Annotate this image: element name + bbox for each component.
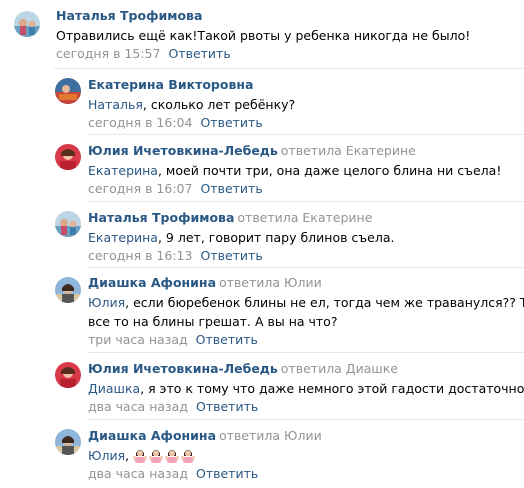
divider bbox=[88, 134, 524, 135]
avatar[interactable] bbox=[55, 144, 81, 170]
mention-link[interactable]: Екатерина bbox=[88, 230, 158, 245]
comment-time[interactable]: два часа назад bbox=[88, 466, 188, 481]
comment-author[interactable]: Диашка Афонина bbox=[88, 275, 216, 290]
divider bbox=[88, 267, 524, 268]
mention-link[interactable]: Диашка bbox=[88, 381, 140, 396]
comment-author[interactable]: Юлия Ичетовкина-Лебедь bbox=[88, 143, 278, 158]
mention-link[interactable]: Екатерина bbox=[88, 163, 158, 178]
avatar[interactable] bbox=[55, 78, 81, 104]
divider bbox=[88, 419, 524, 420]
reply-button[interactable]: Ответить bbox=[200, 248, 262, 263]
comment-time[interactable]: три часа назад bbox=[88, 332, 188, 347]
comment-time[interactable]: сегодня в 16:13 bbox=[88, 248, 192, 263]
reply-button[interactable]: Ответить bbox=[200, 115, 262, 130]
comment-author[interactable]: Наталья Трофимова bbox=[56, 8, 202, 23]
divider bbox=[88, 352, 524, 353]
comment-time[interactable]: сегодня в 16:07 bbox=[88, 181, 192, 196]
comment-text: Юлия, если бюребенок блины не ел, тогда … bbox=[88, 295, 524, 310]
reply-button[interactable]: Ответить bbox=[196, 332, 258, 347]
mention-link[interactable]: Юлия bbox=[88, 295, 125, 310]
reply-button[interactable]: Ответить bbox=[168, 46, 230, 61]
comment-text: Диашка, я это к тому что даже немного эт… bbox=[88, 381, 524, 396]
comment-text: Наталья, сколько лет ребёнку? bbox=[88, 97, 296, 112]
mention-link[interactable]: Наталья bbox=[88, 97, 143, 112]
avatar[interactable] bbox=[14, 11, 40, 37]
reply-button[interactable]: Ответить bbox=[196, 399, 258, 414]
comment-author[interactable]: Диашка Афонина bbox=[88, 428, 216, 443]
replied-to-label[interactable]: ответила Екатерине bbox=[237, 210, 372, 225]
woman-gesturing-icon bbox=[133, 447, 147, 463]
comment-time[interactable]: сегодня в 16:04 bbox=[88, 115, 192, 130]
comment-text-line: все то на блины грешат. А вы на что? bbox=[88, 314, 338, 329]
avatar[interactable] bbox=[55, 277, 81, 303]
replied-to-label[interactable]: ответила Екатерине bbox=[281, 143, 416, 158]
avatar[interactable] bbox=[55, 362, 81, 388]
comment-author[interactable]: Наталья Трофимова bbox=[88, 210, 234, 225]
reply-button[interactable]: Ответить bbox=[196, 466, 258, 481]
woman-gesturing-icon bbox=[181, 447, 195, 463]
comment-author[interactable]: Юлия Ичетовкина-Лебедь bbox=[88, 361, 278, 376]
comment-text: Екатерина, моей почти три, она даже цело… bbox=[88, 163, 502, 178]
divider bbox=[88, 201, 524, 202]
comment-time[interactable]: два часа назад bbox=[88, 399, 188, 414]
replied-to-label[interactable]: ответила Юлии bbox=[219, 428, 322, 443]
comment-text: Екатерина, 9 лет, говорит пару блинов съ… bbox=[88, 230, 395, 245]
woman-gesturing-icon bbox=[165, 447, 179, 463]
reply-button[interactable]: Ответить bbox=[200, 181, 262, 196]
avatar[interactable] bbox=[55, 429, 81, 455]
avatar[interactable] bbox=[55, 211, 81, 237]
woman-gesturing-icon bbox=[149, 447, 163, 463]
mention-link[interactable]: Юлия bbox=[88, 448, 125, 463]
comment-text: Отравились ещё как!Такой рвоты у ребенка… bbox=[56, 28, 471, 43]
replied-to-label[interactable]: ответила Юлии bbox=[219, 275, 322, 290]
comment-author[interactable]: Екатерина Викторовна bbox=[88, 77, 253, 92]
comment-time[interactable]: сегодня в 15:57 bbox=[56, 46, 160, 61]
divider bbox=[54, 68, 524, 69]
replied-to-label[interactable]: ответила Диашке bbox=[281, 361, 398, 376]
comment-text: Юлия, bbox=[88, 446, 322, 465]
